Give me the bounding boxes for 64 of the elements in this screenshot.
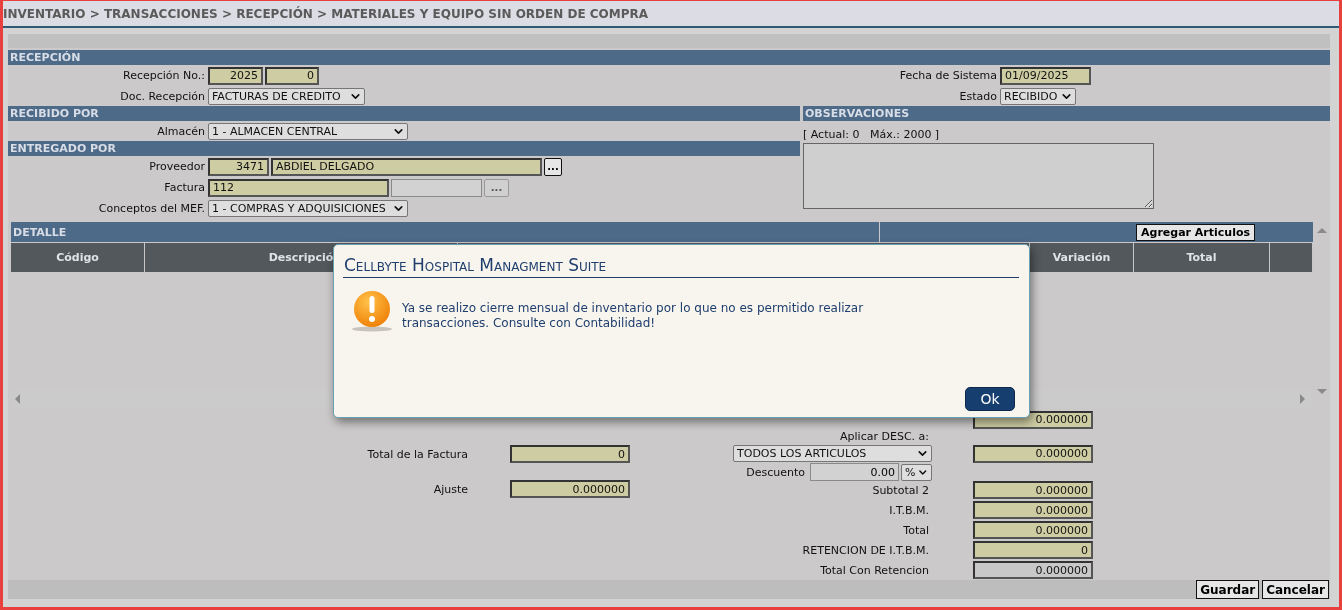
- scroll-right-icon[interactable]: [1297, 393, 1307, 404]
- field-label: Doc. Recepción: [120, 89, 206, 103]
- field-label: Subtotal 2: [872, 483, 930, 497]
- text-field[interactable]: [391, 178, 482, 197]
- field-label: Factura: [164, 181, 206, 194]
- amount-field[interactable]: 0.000000: [973, 481, 1093, 499]
- supplier-name-field[interactable]: ABDIEL DELGADO: [271, 157, 542, 176]
- dropdown[interactable]: 1 - COMPRAS Y ADQUISICIONES: [208, 199, 408, 217]
- number-field[interactable]: 0: [265, 66, 319, 85]
- dialog-message: Ya se realizo cierre mensual de inventario por lo que no es permitido realizar transacciones. Consulte con Contabilidad!: [402, 301, 865, 332]
- amount-field[interactable]: 0.000000: [973, 444, 1093, 463]
- section-header: RECIBIDO POR: [8, 106, 800, 121]
- date-field[interactable]: 01/09/2025: [1000, 66, 1091, 85]
- field-label: Estado: [959, 89, 998, 103]
- field-label: Total de la Factura: [367, 447, 469, 461]
- lookup-button[interactable]: ...: [484, 178, 509, 197]
- section-header: OBSERVACIONES: [803, 106, 1330, 121]
- column-header[interactable]: Variación: [1052, 251, 1111, 264]
- field-label: Descuento: [746, 465, 806, 479]
- section-header: ENTREGADO POR: [8, 141, 800, 156]
- column-header[interactable]: Total: [1186, 251, 1217, 264]
- dropdown[interactable]: RECIBIDO: [1000, 87, 1076, 105]
- cancel-button[interactable]: Cancelar: [1262, 580, 1329, 599]
- column-header[interactable]: Descripció: [268, 251, 334, 264]
- dialog-title: Cellbyte Hospital Managment Suite: [343, 255, 1019, 278]
- character-counter: [ Actual: 0 Máx.: 2000 ]: [803, 128, 940, 141]
- scroll-down-icon[interactable]: [1316, 386, 1327, 396]
- field-label: Ajuste: [433, 482, 469, 496]
- discount-field[interactable]: 0.00: [810, 463, 899, 481]
- field-label: Total: [903, 523, 930, 537]
- field-label: Fecha de Sistema: [899, 69, 998, 82]
- year-field[interactable]: 2025: [208, 66, 263, 85]
- supplier-code-field[interactable]: 3471: [208, 157, 269, 176]
- scroll-left-icon[interactable]: [13, 393, 23, 404]
- add-items-button[interactable]: Agregar Articulos: [1136, 223, 1256, 241]
- amount-field[interactable]: 0.000000: [973, 501, 1093, 519]
- dropdown[interactable]: TODOS LOS ARTICULOS: [733, 445, 932, 462]
- field-label: Conceptos del MEF.: [98, 201, 206, 215]
- amount-field: 0.000000: [973, 561, 1093, 579]
- field-label: Aplicar DESC. a:: [840, 430, 930, 443]
- field-label: Recepción No.:: [123, 69, 206, 82]
- invoice-field[interactable]: 112: [208, 178, 389, 197]
- amount-field[interactable]: 0.000000: [510, 480, 630, 498]
- amount-field[interactable]: 0: [973, 541, 1093, 559]
- amount-field[interactable]: 0: [510, 445, 630, 463]
- dropdown[interactable]: %: [901, 463, 932, 481]
- field-label: I.T.B.M.: [889, 503, 930, 517]
- dropdown[interactable]: 1 - ALMACEN CENTRAL: [208, 122, 408, 140]
- field-label: Proveedor: [149, 160, 206, 173]
- observations-field[interactable]: [803, 143, 1154, 209]
- ok-button[interactable]: Ok: [965, 387, 1015, 411]
- dropdown[interactable]: FACTURAS DE CREDITO: [208, 87, 365, 105]
- section-header: RECEPCIÓN: [8, 50, 1330, 65]
- breadcrumb: INVENTARIO > TRANSACCIONES > RECEPCIÓN > MATERIALES Y EQUIPO SIN ORDEN DE COMPRA: [3, 6, 649, 21]
- warning-icon: [350, 290, 394, 332]
- field-label: Almacén: [157, 124, 206, 138]
- amount-field[interactable]: 0.000000: [973, 521, 1093, 539]
- field-label: RETENCION DE I.T.B.M.: [802, 543, 930, 557]
- field-label: Total Con Retencion: [820, 563, 930, 577]
- scroll-up-icon[interactable]: [1316, 225, 1327, 235]
- save-button[interactable]: Guardar: [1196, 580, 1260, 599]
- column-header[interactable]: Código: [56, 251, 99, 264]
- lookup-button[interactable]: ...: [544, 157, 562, 176]
- section-header: DETALLE: [11, 222, 879, 242]
